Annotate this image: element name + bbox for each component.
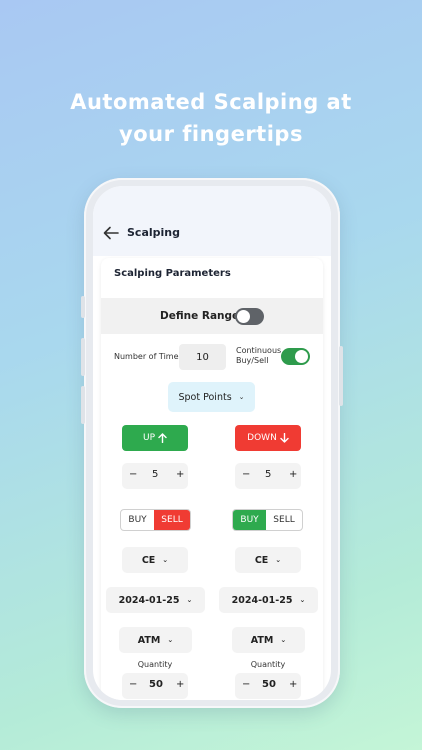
- number-of-times-label: Number of Times: [114, 352, 183, 361]
- continuous-label: Continuous Buy/Sell: [236, 346, 282, 365]
- headline: Automated Scalping at your fingertips: [0, 86, 422, 150]
- card-title: Scalping Parameters: [114, 268, 231, 279]
- decrement-button[interactable]: −: [242, 679, 250, 690]
- chevron-down-icon: ⌄: [238, 393, 245, 401]
- define-range-toggle[interactable]: [235, 308, 264, 325]
- phone-volume-down: [81, 386, 85, 424]
- down-expiry-dropdown[interactable]: 2024-01-25 ⌄: [219, 587, 318, 613]
- up-quantity-label: Quantity: [137, 660, 173, 669]
- down-step-value: 5: [265, 469, 272, 480]
- down-sell-option[interactable]: SELL: [266, 510, 302, 530]
- up-option-type-value: CE: [141, 554, 156, 566]
- define-range-row: Define Range: [101, 298, 323, 334]
- increment-button[interactable]: +: [289, 679, 297, 690]
- up-strike-dropdown[interactable]: ATM ⌄: [119, 627, 192, 653]
- down-strike-dropdown[interactable]: ATM ⌄: [232, 627, 305, 653]
- increment-button[interactable]: +: [176, 469, 184, 480]
- spot-points-dropdown[interactable]: Spot Points ⌄: [168, 382, 255, 412]
- down-quantity-step-stepper: − 5 +: [235, 463, 301, 489]
- increment-button[interactable]: +: [176, 679, 184, 690]
- down-quantity-stepper: − 50 +: [235, 673, 301, 699]
- increment-button[interactable]: +: [289, 469, 297, 480]
- spot-points-value: Spot Points: [178, 391, 232, 403]
- down-strike-value: ATM: [250, 634, 274, 646]
- chevron-down-icon: ⌄: [162, 556, 169, 564]
- up-buy-sell-toggle: BUY SELL: [120, 509, 191, 531]
- app-bar: Scalping: [93, 186, 331, 256]
- up-strike-value: ATM: [137, 634, 161, 646]
- chevron-down-icon: ⌄: [280, 636, 287, 644]
- chevron-down-icon: ⌄: [167, 636, 174, 644]
- app-screen: Scalping Scalping Parameters Define Rang…: [93, 186, 331, 700]
- define-range-label: Define Range: [160, 310, 240, 322]
- phone-volume-up: [81, 338, 85, 376]
- arrow-up-icon: [158, 433, 167, 443]
- up-sell-option[interactable]: SELL: [154, 510, 190, 530]
- decrement-button[interactable]: −: [129, 679, 137, 690]
- arrow-left-icon[interactable]: [103, 226, 119, 240]
- headline-line-2: your fingertips: [119, 122, 303, 146]
- down-buy-sell-toggle: BUY SELL: [232, 509, 303, 531]
- up-button[interactable]: UP: [122, 425, 188, 451]
- headline-line-1: Automated Scalping at: [70, 90, 352, 114]
- decrement-button[interactable]: −: [242, 469, 250, 480]
- down-quantity-label: Quantity: [250, 660, 286, 669]
- down-button[interactable]: DOWN: [235, 425, 301, 451]
- up-quantity-stepper: − 50 +: [122, 673, 188, 699]
- up-step-value: 5: [152, 469, 159, 480]
- phone-frame: Scalping Scalping Parameters Define Rang…: [81, 178, 343, 708]
- chevron-down-icon: ⌄: [275, 556, 282, 564]
- up-expiry-dropdown[interactable]: 2024-01-25 ⌄: [106, 587, 205, 613]
- page-title: Scalping: [127, 226, 180, 239]
- continuous-toggle[interactable]: [281, 348, 310, 365]
- up-quantity-step-stepper: − 5 +: [122, 463, 188, 489]
- phone-side-button: [81, 296, 85, 318]
- arrow-down-icon: [280, 433, 289, 443]
- up-expiry-value: 2024-01-25: [118, 594, 180, 606]
- scalping-parameters-card: Scalping Parameters Define Range Number …: [101, 258, 323, 700]
- up-quantity-value: 50: [149, 679, 163, 690]
- up-buy-option[interactable]: BUY: [121, 510, 154, 530]
- down-quantity-value: 50: [262, 679, 276, 690]
- number-of-times-input[interactable]: 10: [179, 344, 226, 370]
- down-option-type-dropdown[interactable]: CE ⌄: [235, 547, 301, 573]
- phone-power-button: [339, 346, 343, 406]
- down-buy-option[interactable]: BUY: [233, 510, 267, 530]
- up-option-type-dropdown[interactable]: CE ⌄: [122, 547, 188, 573]
- chevron-down-icon: ⌄: [186, 596, 193, 604]
- decrement-button[interactable]: −: [129, 469, 137, 480]
- down-option-type-value: CE: [254, 554, 269, 566]
- chevron-down-icon: ⌄: [299, 596, 306, 604]
- down-expiry-value: 2024-01-25: [231, 594, 293, 606]
